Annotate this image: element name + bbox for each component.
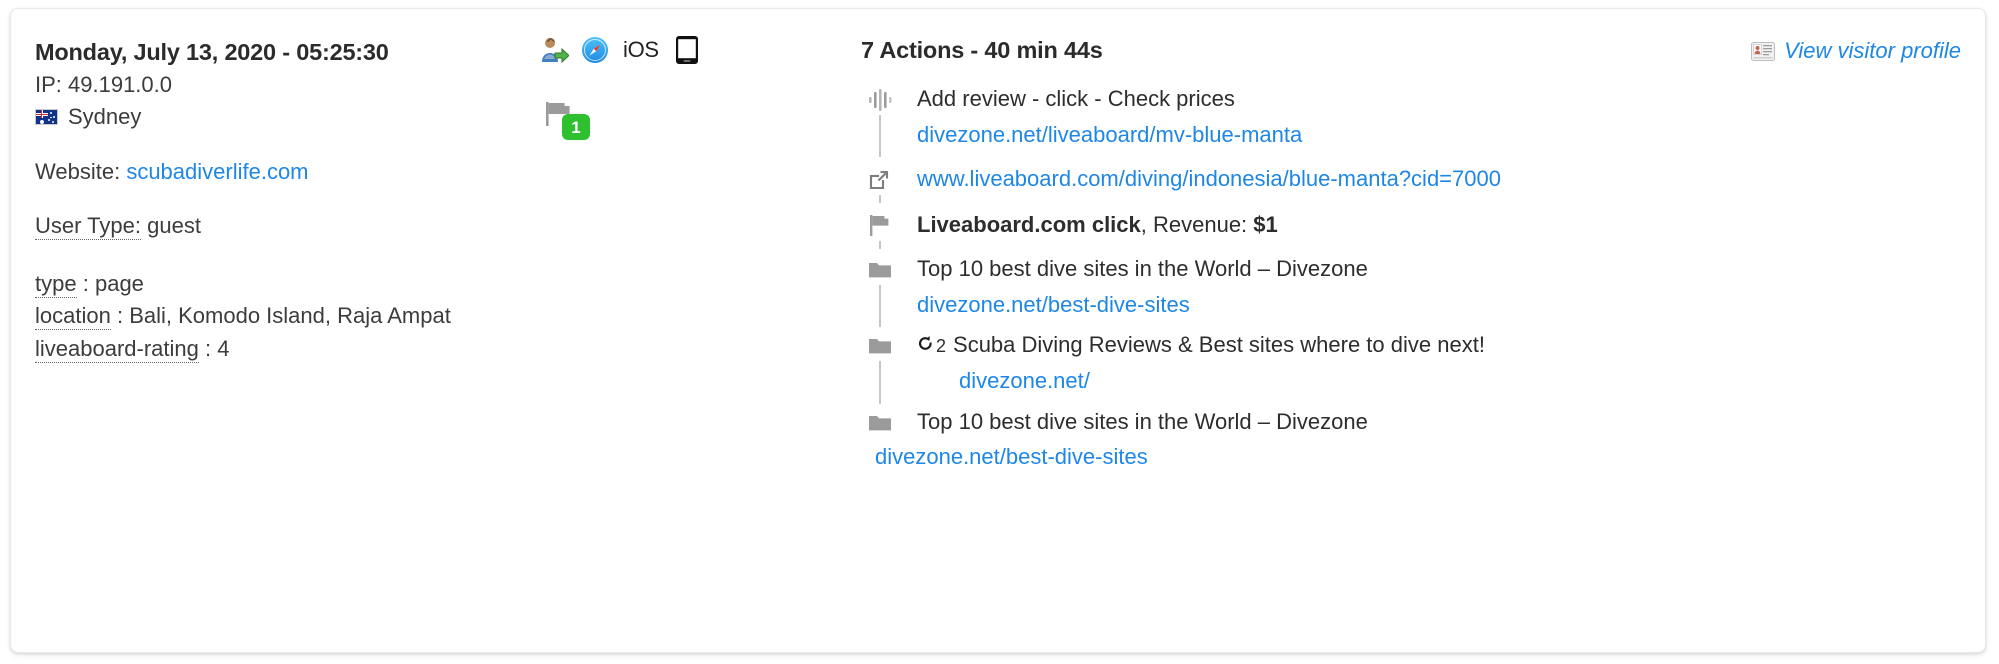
actions-list: Add review - click - Check prices divezo…	[861, 85, 1961, 472]
actions-panel: 7 Actions - 40 min 44s View	[861, 37, 1961, 472]
action-url[interactable]: divezone.net/best-dive-sites	[875, 443, 1961, 472]
flag-australia-icon	[35, 109, 58, 125]
visit-ip-address: IP: 49.191.0.0	[35, 70, 635, 99]
action-title: Top 10 best dive sites in the World – Di…	[917, 408, 1961, 437]
action-connector	[879, 115, 881, 157]
action-goal-row: Liveaboard.com click, Revenue: $1	[917, 211, 1961, 240]
action-url[interactable]: divezone.net/	[917, 367, 1961, 396]
action-title-with-repeat: 2 Scuba Diving Reviews & Best sites wher…	[917, 331, 1961, 360]
custom-dimension-row: liveaboard-rating : 4	[35, 333, 635, 365]
user-type-row: User Type: guest	[35, 212, 635, 241]
website-label: Website:	[35, 159, 120, 184]
action-item-event[interactable]: Add review - click - Check prices divezo…	[861, 85, 1961, 149]
visit-icons: iOS	[539, 35, 699, 65]
action-item-goal[interactable]: Liveaboard.com click, Revenue: $1	[861, 211, 1961, 241]
pageview-icon	[867, 411, 893, 435]
custom-dimension-separator: :	[205, 336, 211, 361]
action-item-pageview[interactable]: 2 Scuba Diving Reviews & Best sites wher…	[861, 331, 1961, 395]
action-connector	[879, 195, 881, 203]
view-visitor-profile-link[interactable]: View visitor profile	[1751, 38, 1961, 64]
visit-goal-indicator[interactable]: 1	[542, 99, 594, 141]
website-link[interactable]: scubadiverlife.com	[126, 159, 308, 184]
custom-dimensions-list: type : page location : Bali, Komodo Isla…	[35, 268, 635, 365]
visit-city-label: Sydney	[68, 103, 141, 132]
tablet-device-icon[interactable]	[675, 35, 699, 65]
goal-count-badge: 1	[562, 114, 590, 140]
action-item-pageview[interactable]: Top 10 best dive sites in the World – Di…	[861, 255, 1961, 319]
website-row: Website: scubadiverlife.com	[35, 158, 635, 187]
action-connector	[879, 361, 881, 403]
action-title: Add review - click - Check prices	[917, 85, 1961, 114]
action-url[interactable]: divezone.net/best-dive-sites	[917, 291, 1961, 320]
custom-dimension-value: Bali, Komodo Island, Raja Ampat	[129, 303, 451, 328]
custom-dimension-separator: :	[83, 271, 89, 296]
user-type-value: guest	[147, 213, 201, 238]
action-url[interactable]: divezone.net/liveaboard/mv-blue-manta	[917, 121, 1961, 150]
action-connector	[879, 285, 881, 327]
actions-summary: 7 Actions - 40 min 44s	[861, 37, 1103, 64]
event-icon	[867, 88, 893, 112]
visitor-log-card: Monday, July 13, 2020 - 05:25:30 IP: 49.…	[10, 8, 1986, 653]
goal-flag-icon	[867, 214, 893, 238]
revenue-amount: $1	[1253, 212, 1277, 237]
repeat-badge: 2	[917, 335, 946, 358]
action-title: Scuba Diving Reviews & Best sites where …	[953, 332, 1485, 357]
operating-system-label: iOS	[623, 37, 659, 63]
custom-dimension-label[interactable]: type	[35, 271, 77, 298]
vcard-icon	[1751, 42, 1775, 61]
custom-dimension-label[interactable]: liveaboard-rating	[35, 336, 199, 363]
action-url[interactable]: www.liveaboard.com/diving/indonesia/blue…	[917, 165, 1961, 194]
action-connector	[879, 241, 881, 249]
visit-summary-panel: Monday, July 13, 2020 - 05:25:30 IP: 49.…	[35, 37, 635, 365]
revenue-label: , Revenue:	[1141, 212, 1254, 237]
custom-dimension-row: location : Bali, Komodo Island, Raja Amp…	[35, 300, 635, 332]
pageview-icon	[867, 258, 893, 282]
safari-browser-icon[interactable]	[581, 36, 609, 64]
custom-dimension-value: page	[95, 271, 144, 296]
goal-name: Liveaboard.com click	[917, 212, 1141, 237]
custom-dimension-separator: :	[117, 303, 123, 328]
refresh-icon	[917, 335, 934, 352]
outlink-icon	[867, 168, 893, 192]
custom-dimension-label[interactable]: location	[35, 303, 111, 330]
action-item-outlink[interactable]: www.liveaboard.com/diving/indonesia/blue…	[861, 165, 1961, 195]
returning-visitor-icon[interactable]	[539, 35, 569, 65]
view-visitor-profile-label: View visitor profile	[1784, 38, 1961, 64]
repeat-count: 2	[936, 335, 946, 358]
action-item-pageview[interactable]: Top 10 best dive sites in the World – Di…	[861, 408, 1961, 472]
actions-header: 7 Actions - 40 min 44s View	[861, 37, 1961, 64]
action-title: Top 10 best dive sites in the World – Di…	[917, 255, 1961, 284]
custom-dimension-value: 4	[217, 336, 229, 361]
user-type-label[interactable]: User Type:	[35, 213, 141, 240]
custom-dimension-row: type : page	[35, 268, 635, 300]
pageview-icon	[867, 334, 893, 358]
